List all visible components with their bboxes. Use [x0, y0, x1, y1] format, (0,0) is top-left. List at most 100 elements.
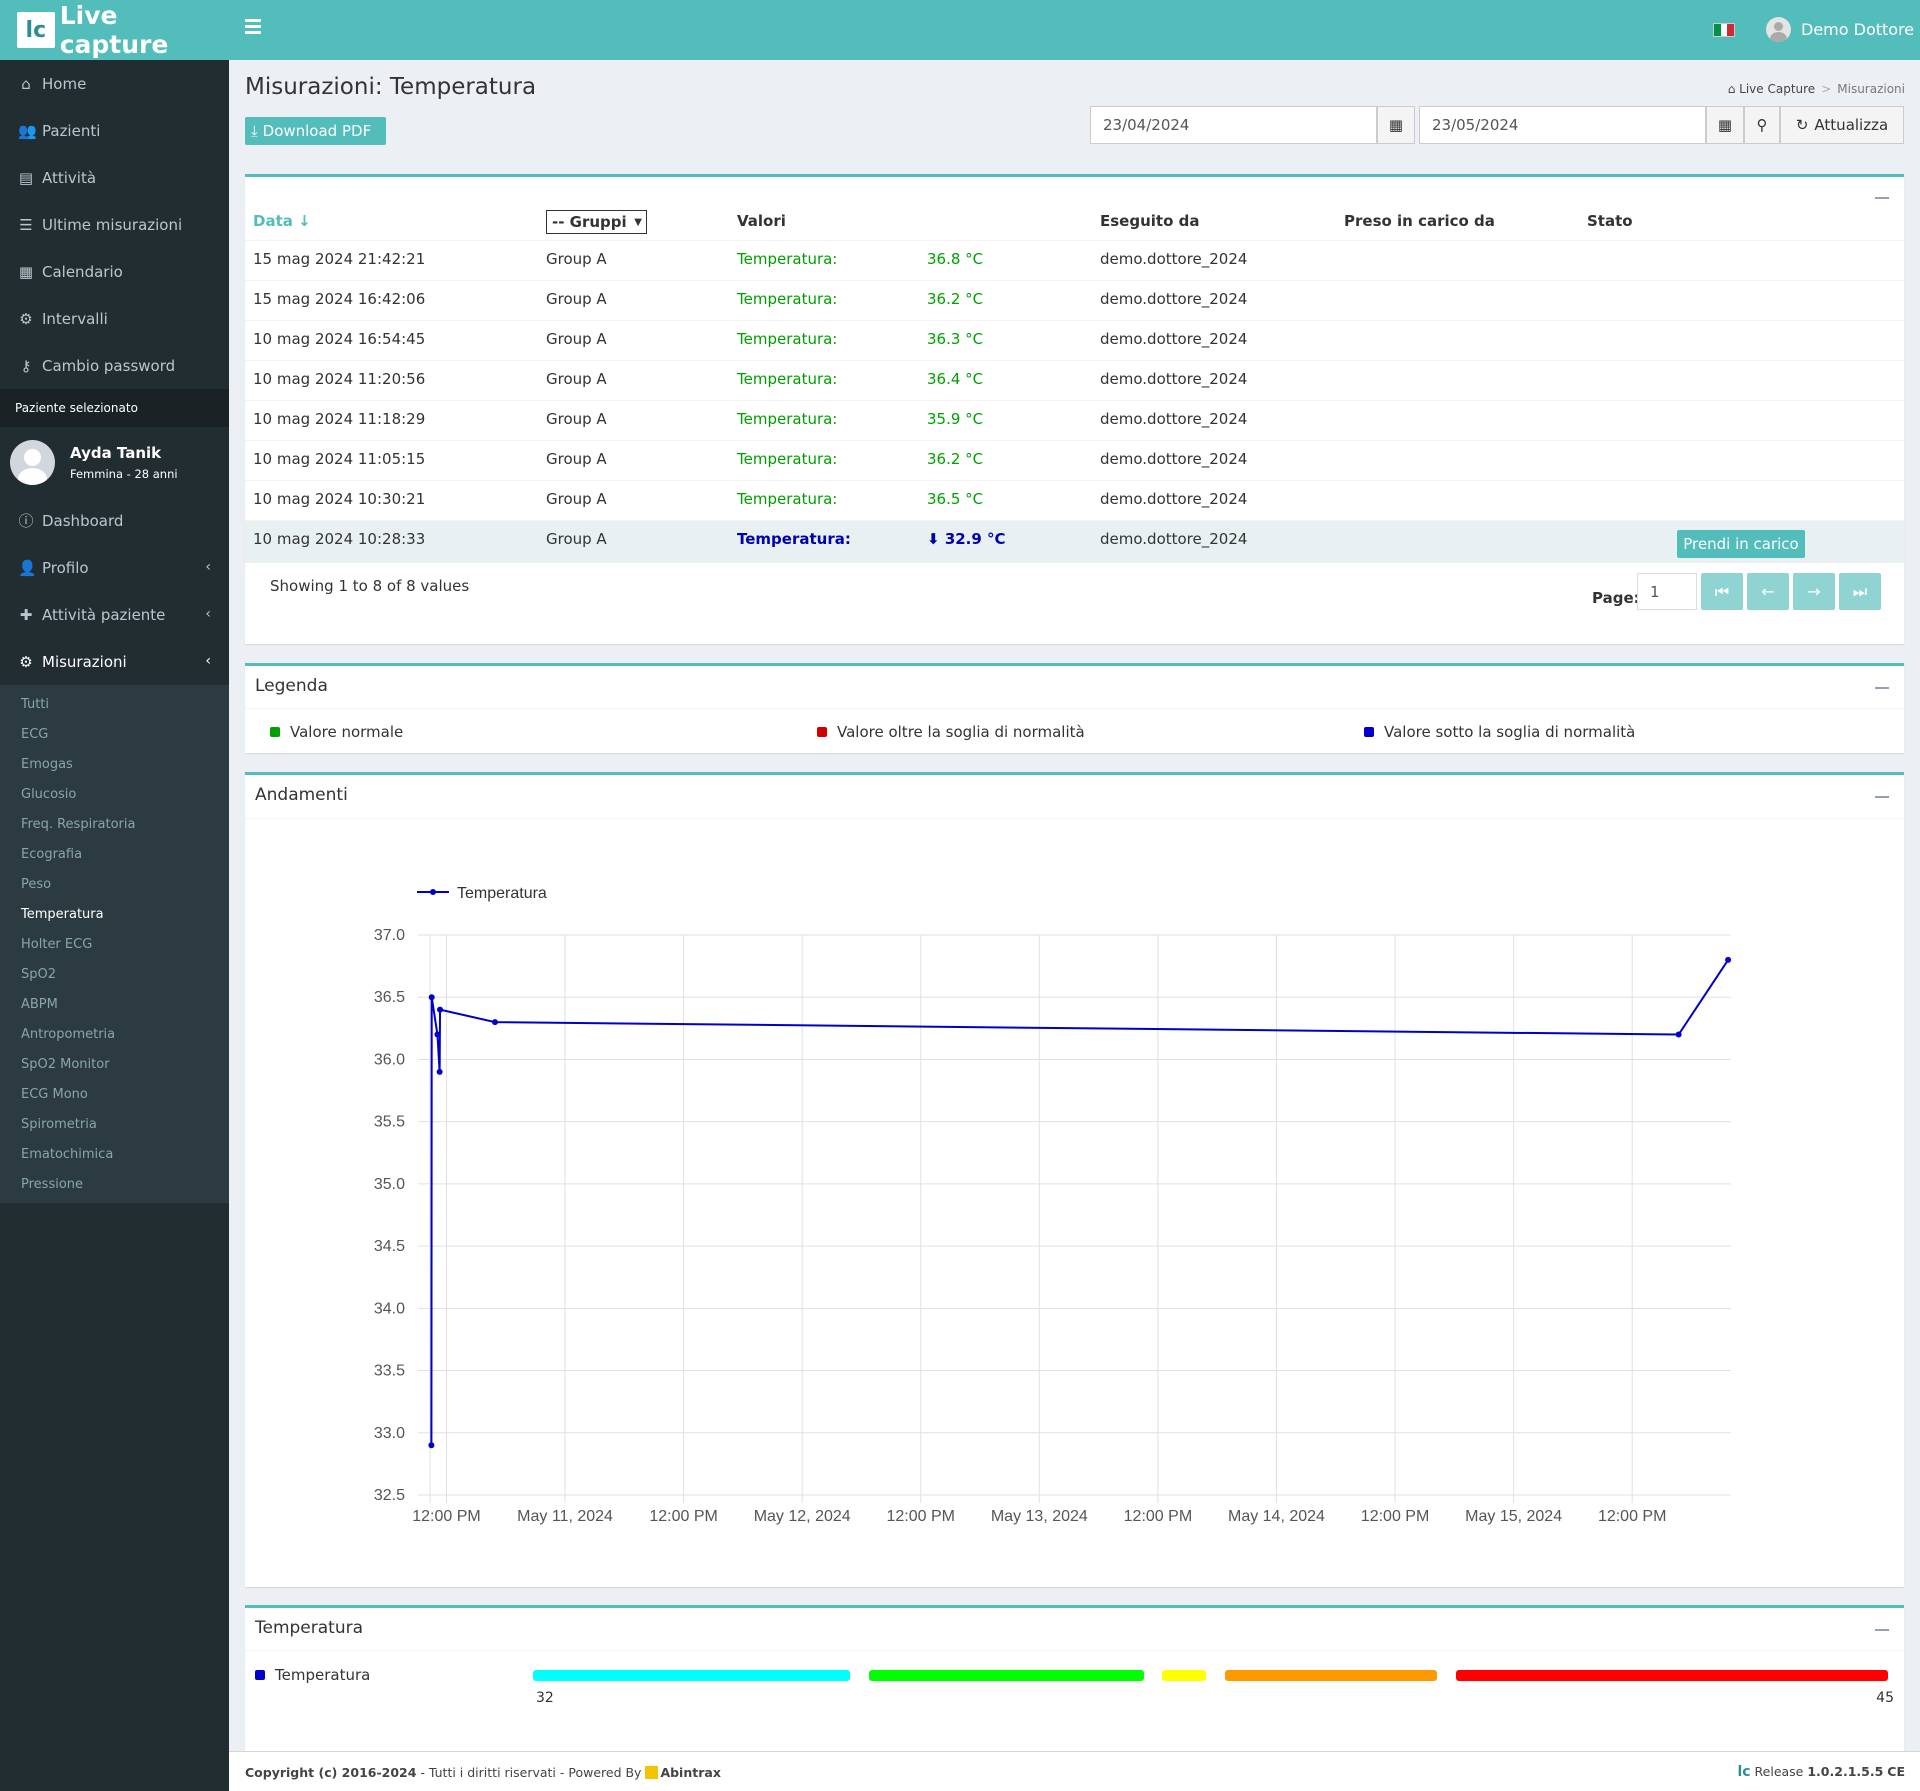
submenu-item-spo2-monitor[interactable]: SpO2 Monitor: [0, 1049, 229, 1079]
sidebar-item-intervalli[interactable]: ⚙ Intervalli: [0, 295, 229, 342]
submenu-item-emogas[interactable]: Emogas: [0, 749, 229, 779]
x-tick-label: 12:00 PM: [1598, 1508, 1666, 1525]
brand-name: Live capture: [59, 1, 169, 59]
search-button[interactable]: ⚲: [1744, 106, 1780, 144]
pagination: ⏮ ← → ⏭: [1701, 573, 1881, 610]
table-row[interactable]: 10 mag 2024 11:18:29 Group A Temperatura: 3…: [245, 400, 1904, 440]
cell-executed-by: demo.dottore_2024: [1100, 410, 1248, 428]
refresh-label: Attualizza: [1814, 116, 1889, 134]
column-header-date[interactable]: Data ↓: [253, 212, 311, 230]
submenu-item-holter-ecg[interactable]: Holter ECG: [0, 929, 229, 959]
sidebar-item-cambio-password[interactable]: ⚷ Cambio password: [0, 342, 229, 389]
user-menu[interactable]: Demo Dottore: [1766, 17, 1914, 42]
sidebar-item-dashboard[interactable]: ⓘ Dashboard: [0, 497, 229, 544]
medkit-icon: ✚: [19, 605, 33, 624]
table-row[interactable]: 10 mag 2024 11:20:56 Group A Temperatura: 3…: [245, 360, 1904, 400]
temperature-chart: 37.0 36.5 36.0 35.5 35.0 34.5 34.0 33.5 33.0 32.5…: [374, 885, 1732, 1525]
date-from-input[interactable]: 23/04/2024: [1090, 106, 1377, 144]
sidebar-item-calendario[interactable]: ▦ Calendario: [0, 248, 229, 295]
breadcrumb-home[interactable]: Live Capture: [1739, 82, 1815, 96]
submenu-item-peso[interactable]: Peso: [0, 869, 229, 899]
chevron-left-icon: ‹: [205, 559, 211, 575]
page-input[interactable]: 1: [1637, 573, 1697, 610]
download-pdf-label: Download PDF: [262, 122, 372, 140]
sidebar-item-home[interactable]: ⌂ Home: [0, 60, 229, 107]
sidebar-item-label: Attività: [42, 168, 97, 187]
data-point: [492, 1019, 499, 1026]
submenu-item-glucosio[interactable]: Glucosio: [0, 779, 229, 809]
next-page-button[interactable]: →: [1793, 573, 1835, 610]
sidebar-item-ultime-misurazioni[interactable]: ☰ Ultime misurazioni: [0, 201, 229, 248]
table-row[interactable]: 10 mag 2024 10:28:33 Group A Temperatura: ⬇…: [245, 520, 1904, 563]
collapse-icon[interactable]: [1875, 687, 1889, 689]
x-tick-label: May 13, 2024: [991, 1508, 1088, 1525]
cell-group: Group A: [546, 490, 607, 508]
calendar-to-button[interactable]: ▦: [1706, 106, 1744, 144]
first-page-button[interactable]: ⏮: [1701, 573, 1743, 610]
table-row[interactable]: 10 mag 2024 16:54:45 Group A Temperatura: 3…: [245, 320, 1904, 360]
table-row[interactable]: 15 mag 2024 16:42:06 Group A Temperatura: 3…: [245, 280, 1904, 320]
cell-date: 10 mag 2024 10:28:33: [253, 530, 426, 548]
cell-group: Group A: [546, 530, 607, 548]
cell-value-label: Temperatura:: [737, 490, 838, 508]
download-pdf-button[interactable]: ⤓ Download PDF: [245, 117, 386, 145]
first-page-icon: ⏮: [1714, 581, 1730, 601]
table-row[interactable]: 10 mag 2024 11:05:15 Group A Temperatura: 3…: [245, 440, 1904, 480]
submenu-item-spirometria[interactable]: Spirometria: [0, 1109, 229, 1139]
trends-title: Andamenti: [255, 785, 348, 805]
refresh-button[interactable]: ↻ Attualizza: [1780, 106, 1904, 144]
collapse-icon[interactable]: [1875, 796, 1889, 798]
x-tick-label: 12:00 PM: [412, 1508, 480, 1525]
hamburger-menu-icon[interactable]: [245, 19, 261, 34]
sidebar-item-attivita[interactable]: ▤ Attività: [0, 154, 229, 201]
sidebar-item-attivita-paziente[interactable]: ✚ Attività paziente ‹: [0, 591, 229, 638]
top-navbar: Demo Dottore: [229, 0, 1920, 60]
submenu-item-ematochimica[interactable]: Ematochimica: [0, 1139, 229, 1169]
sidebar-item-label: Calendario: [42, 262, 123, 281]
data-point: [434, 1031, 441, 1038]
y-tick-label: 35.5: [374, 1114, 405, 1131]
submenu-item-abpm[interactable]: ABPM: [0, 989, 229, 1019]
submenu-item-tutti[interactable]: Tutti: [0, 689, 229, 719]
last-page-button[interactable]: ⏭: [1839, 573, 1881, 610]
submenu-item-ecg-mono[interactable]: ECG Mono: [0, 1079, 229, 1109]
abintrax-logo-icon: [645, 1766, 659, 1779]
y-tick-label: 34.0: [374, 1300, 405, 1317]
calendar-from-button[interactable]: ▦: [1377, 106, 1415, 144]
brand[interactable]: lc Live capture: [0, 0, 229, 60]
range-label: Temperatura: [255, 1666, 370, 1684]
collapse-icon[interactable]: [1875, 197, 1889, 199]
groups-select[interactable]: -- Gruppi ▼: [546, 210, 647, 234]
table-row[interactable]: 10 mag 2024 10:30:21 Group A Temperatura: 3…: [245, 480, 1904, 520]
sidebar-item-label: Home: [42, 74, 87, 93]
data-point: [428, 1442, 435, 1449]
prev-page-button[interactable]: ←: [1747, 573, 1789, 610]
date-to-input[interactable]: 23/05/2024: [1419, 106, 1706, 144]
x-tick-label: 12:00 PM: [1124, 1508, 1192, 1525]
sidebar-item-label: Ultime misurazioni: [42, 215, 183, 234]
submenu-item-ecografia[interactable]: Ecografia: [0, 839, 229, 869]
cell-executed-by: demo.dottore_2024: [1100, 250, 1248, 268]
sidebar-item-pazienti[interactable]: 👥 Pazienti: [0, 107, 229, 154]
take-charge-button[interactable]: Prendi in carico: [1677, 530, 1805, 558]
cell-value: 35.9 °C: [927, 410, 984, 428]
sidebar-item-profilo[interactable]: 👤 Profilo ‹: [0, 544, 229, 591]
table-row[interactable]: 15 mag 2024 21:42:21 Group A Temperatura: 3…: [245, 240, 1904, 280]
submenu-item-pressione[interactable]: Pressione: [0, 1169, 229, 1199]
submenu-item-antropometria[interactable]: Antropometria: [0, 1019, 229, 1049]
italian-flag-icon[interactable]: [1713, 23, 1735, 37]
patient-panel[interactable]: Ayda Tanik Femmina - 28 anni: [0, 427, 229, 497]
collapse-icon[interactable]: [1875, 1629, 1889, 1631]
submenu-item-temperatura[interactable]: Temperatura: [0, 899, 229, 929]
range-segment: [533, 1670, 851, 1681]
sidebar-item-misurazioni[interactable]: ⚙ Misurazioni ‹: [0, 638, 229, 685]
selected-patient-header: Paziente selezionato: [0, 389, 229, 427]
x-tick-label: May 12, 2024: [754, 1508, 851, 1525]
cell-executed-by: demo.dottore_2024: [1100, 330, 1248, 348]
legend-item-above: Valore oltre la soglia di normalità: [817, 723, 1085, 741]
submenu-item-freq-respiratoria[interactable]: Freq. Respiratoria: [0, 809, 229, 839]
submenu-item-ecg[interactable]: ECG: [0, 719, 229, 749]
user-name: Demo Dottore: [1801, 20, 1915, 39]
footer-powered[interactable]: Abintrax: [660, 1765, 720, 1780]
submenu-item-spo2[interactable]: SpO2: [0, 959, 229, 989]
